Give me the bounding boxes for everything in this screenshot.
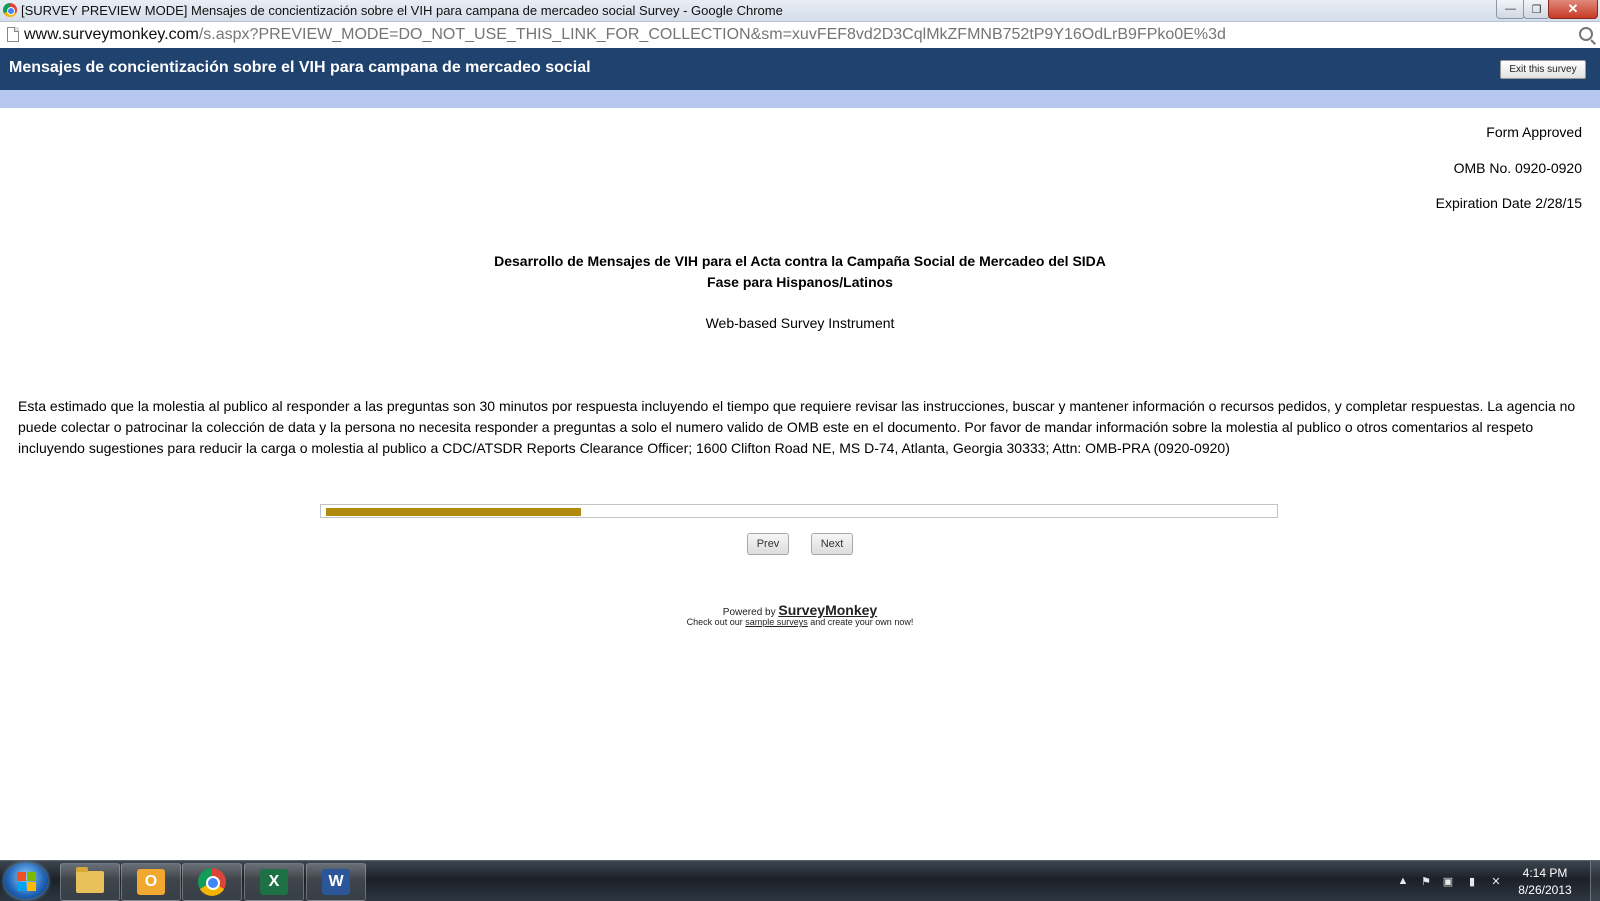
expiration-date-text: Expiration Date 2/28/15 [1435, 195, 1582, 211]
excel-icon: X [260, 869, 288, 895]
taskbar-word[interactable]: W [306, 863, 366, 901]
taskbar-explorer[interactable] [60, 863, 120, 901]
minimize-button[interactable]: — [1496, 0, 1525, 19]
next-button[interactable]: Next [811, 533, 853, 555]
taskbar-excel[interactable]: X [244, 863, 304, 901]
survey-heading: Desarrollo de Mensajes de VIH para el Ac… [494, 253, 1106, 269]
show-desktop-button[interactable] [1590, 861, 1600, 901]
surveymonkey-link[interactable]: SurveyMonkey [778, 602, 877, 618]
chrome-app-icon [3, 3, 17, 17]
checkout-after: and create your own now! [810, 617, 914, 627]
header-band [0, 90, 1600, 108]
network-signal-icon[interactable]: ▮ [1466, 875, 1478, 888]
chrome-icon [198, 868, 226, 896]
form-approved-text: Form Approved [1486, 124, 1582, 140]
url-host: www.surveymonkey.com [24, 26, 199, 43]
taskbar-outlook[interactable]: O [121, 863, 181, 901]
windows-logo-green [27, 872, 36, 881]
progress-bar-fill [326, 508, 581, 516]
windows-logo-blue [17, 882, 26, 891]
progress-bar [320, 504, 1278, 518]
show-hidden-icons-icon[interactable]: ▲ [1397, 875, 1409, 887]
browser-title-bar: [SURVEY PREVIEW MODE] Mensajes de concie… [0, 0, 1600, 22]
clock-time[interactable]: 4:14 PM [1510, 866, 1580, 880]
volume-muted-icon[interactable]: ✕ [1490, 875, 1502, 888]
address-bar[interactable]: www.surveymonkey.com/s.aspx?PREVIEW_MODE… [0, 22, 1600, 49]
powered-by: Powered by SurveyMonkey [0, 602, 1600, 618]
clock-date[interactable]: 8/26/2013 [1510, 883, 1580, 897]
action-center-flag-icon[interactable]: ⚑ [1420, 875, 1432, 888]
instrument-subtitle: Web-based Survey Instrument [705, 315, 895, 331]
outlook-icon: O [137, 869, 165, 895]
checkout-before: Check out our [686, 617, 743, 627]
page-icon [7, 27, 19, 42]
taskbar: O X W ▲ ⚑ ▣ ▮ ✕ 4:14 PM 8/26/2013 [0, 860, 1600, 901]
file-explorer-icon [76, 867, 104, 893]
word-icon: W [322, 869, 350, 895]
exit-survey-button[interactable]: Exit this survey [1500, 60, 1586, 79]
device-icon[interactable]: ▣ [1442, 875, 1454, 888]
survey-title: Mensajes de concientización sobre el VIH… [9, 59, 591, 76]
survey-header: Mensajes de concientización sobre el VIH… [0, 48, 1600, 90]
maximize-button[interactable]: ❐ [1523, 0, 1550, 19]
survey-subheading: Fase para Hispanos/Latinos [707, 274, 893, 290]
windows-logo-red [17, 872, 26, 881]
window-title: [SURVEY PREVIEW MODE] Mensajes de concie… [21, 3, 783, 18]
prev-button[interactable]: Prev [747, 533, 789, 555]
url-path: /s.aspx?PREVIEW_MODE=DO_NOT_USE_THIS_LIN… [198, 26, 1226, 43]
start-button[interactable] [4, 863, 48, 899]
sample-surveys-link[interactable]: sample surveys [745, 617, 808, 627]
search-icon[interactable] [1579, 27, 1593, 41]
close-window-button[interactable]: ✕ [1548, 0, 1598, 19]
taskbar-chrome[interactable] [182, 863, 242, 901]
burden-statement: Esta estimado que la molestia al publico… [18, 398, 1576, 456]
url-text[interactable]: www.surveymonkey.com/s.aspx?PREVIEW_MODE… [24, 26, 1226, 44]
omb-number-text: OMB No. 0920-0920 [1453, 160, 1582, 176]
windows-logo-yellow [27, 882, 36, 891]
checkout-text: Check out our sample surveys and create … [0, 617, 1600, 627]
